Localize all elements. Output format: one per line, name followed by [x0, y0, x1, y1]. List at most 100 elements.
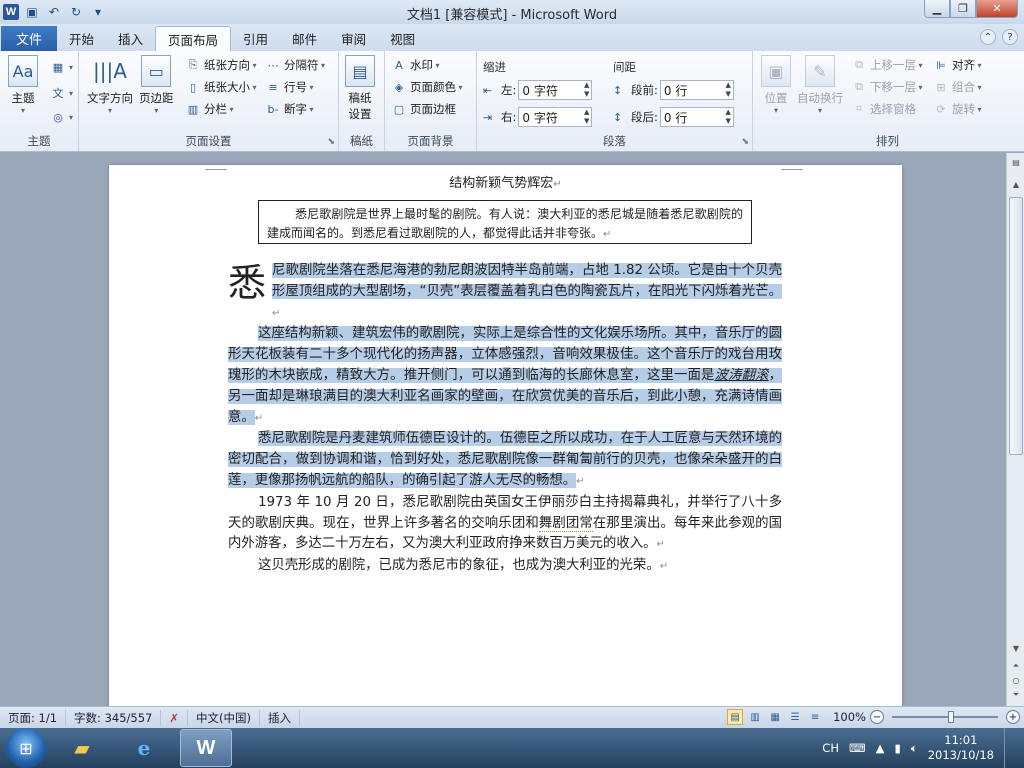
- group-objects-button[interactable]: ⊞ 组合 ▾: [933, 77, 981, 97]
- align-button[interactable]: ⊫ 对齐 ▾: [933, 55, 981, 75]
- breaks-icon: ⋯: [267, 58, 279, 72]
- page-border-button[interactable]: ▢ 页面边框: [391, 99, 456, 119]
- proofing-icon[interactable]: ✗: [161, 709, 188, 726]
- hyphenation-button[interactable]: b- 断字 ▾: [265, 99, 314, 119]
- tab-references[interactable]: 引用: [231, 26, 280, 51]
- line-numbers-button[interactable]: ≡ 行号 ▾: [265, 77, 313, 97]
- internet-explorer-icon[interactable]: e: [118, 729, 170, 767]
- selection-pane-button[interactable]: ⌗ 选择窗格: [851, 99, 916, 119]
- dialog-launcher-icon[interactable]: ⬊: [327, 137, 335, 147]
- breaks-button[interactable]: ⋯ 分隔符 ▾: [265, 55, 326, 75]
- spin-arrows-icon[interactable]: ▲ ▼: [584, 81, 589, 99]
- crop-mark: [205, 169, 227, 170]
- zoom-level[interactable]: 100%: [833, 710, 866, 724]
- tab-view[interactable]: 视图: [378, 26, 427, 51]
- word-taskbar-icon[interactable]: W: [180, 729, 232, 767]
- indent-right-input[interactable]: 0 字符 ▲ ▼: [518, 107, 593, 127]
- tray-expand-icon[interactable]: ▲: [876, 741, 885, 755]
- theme-colors-button[interactable]: ▦ ▾: [50, 57, 73, 77]
- save-icon[interactable]: ▣: [23, 3, 41, 21]
- undo-icon[interactable]: ↶: [45, 3, 63, 21]
- columns-button[interactable]: ▥ 分栏 ▾: [185, 99, 234, 119]
- spin-arrows-icon[interactable]: ▲ ▼: [725, 81, 730, 99]
- previous-page-icon[interactable]: ⏶: [1009, 659, 1023, 673]
- clock[interactable]: 11:01 2013/10/18: [928, 733, 994, 763]
- scroll-up-icon[interactable]: ▲: [1009, 177, 1023, 191]
- tab-insert[interactable]: 插入: [106, 26, 155, 51]
- taskbar: ⊞ ▰ e W CH ⌨ ▲ ▮ 🔈︎ 11:01 2013/10/18: [0, 728, 1024, 768]
- minimize-button[interactable]: ▁: [924, 0, 950, 18]
- document-body[interactable]: 悉尼歌剧院坐落在悉尼海港的勃尼朗波因特半岛前端，占地 1.82 公顷。它是由十个…: [228, 261, 782, 578]
- theme-fonts-button[interactable]: 文 ▾: [50, 83, 74, 103]
- bring-forward-button[interactable]: ⧉ 上移一层 ▾: [851, 55, 923, 75]
- watermark-button[interactable]: A 水印 ▾: [391, 55, 439, 75]
- close-button[interactable]: ✕: [976, 0, 1018, 18]
- send-backward-button[interactable]: ⧉ 下移一层 ▾: [851, 77, 923, 97]
- paragraph-4: 1973 年 10 月 20 日，悉尼歌剧院由英国女王伊丽莎白主持揭幕典礼，并举…: [228, 494, 783, 552]
- word-count[interactable]: 字数: 345/557: [66, 709, 162, 726]
- indent-left-input[interactable]: 0 字符 ▲ ▼: [518, 80, 593, 100]
- zoom-in-icon[interactable]: +: [1006, 710, 1020, 724]
- ruler-toggle-icon[interactable]: ▤: [1009, 155, 1023, 169]
- dialog-launcher-icon[interactable]: ⬊: [741, 137, 749, 147]
- position-icon: ▣: [761, 55, 791, 87]
- start-button[interactable]: ⊞: [6, 728, 46, 768]
- draft-settings-button[interactable]: ▤ 稿纸 设置: [345, 55, 375, 122]
- draft-view-icon[interactable]: ≡: [807, 709, 823, 725]
- minimize-ribbon-icon[interactable]: ⌃: [980, 29, 996, 45]
- show-desktop-button[interactable]: [1004, 728, 1016, 768]
- spacing-after-input[interactable]: 0 行 ▲ ▼: [659, 107, 734, 127]
- spin-arrows-icon[interactable]: ▲ ▼: [725, 108, 730, 126]
- quote-textbox[interactable]: 悉尼歌剧院是世界上最时髦的剧院。有人说：澳大利亚的悉尼城是随着悉尼歌剧院的建成而…: [258, 200, 752, 244]
- tab-file[interactable]: 文件: [1, 26, 57, 51]
- ime-indicator[interactable]: CH: [822, 741, 839, 755]
- wrap-text-button[interactable]: ✎ 自动换行 ▾: [797, 55, 843, 115]
- document-page[interactable]: 结构新颖气势辉宏↵ 悉尼歌剧院是世界上最时髦的剧院。有人说：澳大利亚的悉尼城是随…: [109, 165, 902, 706]
- full-screen-reading-icon[interactable]: ▥: [747, 709, 763, 725]
- status-bar: 页面: 1/1 字数: 345/557 ✗ 中文(中国) 插入 ▤ ▥ ▦ ☰ …: [0, 706, 1024, 728]
- restore-button[interactable]: ❐: [950, 0, 976, 18]
- spin-arrows-icon[interactable]: ▲ ▼: [584, 108, 589, 126]
- spacing-before-input[interactable]: 0 行 ▲ ▼: [659, 80, 734, 100]
- network-icon[interactable]: ▮: [894, 741, 900, 755]
- volume-icon[interactable]: 🔈︎: [911, 741, 918, 756]
- paper-size-button[interactable]: ▯ 纸张大小 ▾: [185, 77, 257, 97]
- tab-page-layout[interactable]: 页面布局: [155, 26, 232, 51]
- redo-icon[interactable]: ↻: [67, 3, 85, 21]
- print-layout-view-icon[interactable]: ▤: [727, 709, 744, 725]
- ribbon-controls: ⌃ ?: [980, 29, 1018, 45]
- themes-button[interactable]: Aa 主题 ▾: [8, 55, 38, 115]
- insert-mode[interactable]: 插入: [260, 709, 300, 726]
- scroll-thumb[interactable]: [1009, 197, 1023, 455]
- title-bar: W ▣ ↶ ↻ ▾ 文档1 [兼容模式] - Microsoft Word ▁ …: [0, 0, 1024, 24]
- rotate-button[interactable]: ⟳ 旋转 ▾: [933, 99, 981, 119]
- tab-home[interactable]: 开始: [57, 26, 106, 51]
- language-indicator[interactable]: 中文(中国): [188, 709, 260, 726]
- document-heading: 结构新颖气势辉宏↵: [449, 176, 562, 191]
- tab-mailings[interactable]: 邮件: [280, 26, 329, 51]
- spacing-label: 间距: [613, 60, 636, 74]
- zoom-slider[interactable]: [892, 711, 998, 723]
- explorer-icon[interactable]: ▰: [56, 729, 108, 767]
- scroll-down-icon[interactable]: ▼: [1009, 641, 1023, 655]
- help-icon[interactable]: ?: [1002, 29, 1018, 45]
- orientation-button[interactable]: ⎘ 纸张方向 ▾: [185, 55, 257, 75]
- position-button[interactable]: ▣ 位置 ▾: [761, 55, 791, 115]
- word-app-icon[interactable]: W: [3, 4, 19, 20]
- customize-quick-access-icon[interactable]: ▾: [89, 3, 107, 21]
- page-color-button[interactable]: ◈ 页面颜色 ▾: [391, 77, 463, 97]
- tab-review[interactable]: 审阅: [329, 26, 378, 51]
- margins-button[interactable]: ▭ 页边距 ▾: [139, 55, 174, 115]
- zoom-out-icon[interactable]: −: [870, 710, 884, 724]
- next-page-icon[interactable]: ⏷: [1009, 688, 1023, 702]
- columns-icon: ▥: [187, 102, 199, 116]
- zoom-slider-knob[interactable]: [948, 711, 954, 723]
- browse-object-icon[interactable]: ○: [1009, 673, 1023, 687]
- outline-view-icon[interactable]: ☰: [787, 709, 803, 725]
- vertical-scrollbar[interactable]: ▤ ▲ ▼ ⏶ ○ ⏷: [1006, 153, 1024, 706]
- page-indicator[interactable]: 页面: 1/1: [0, 709, 67, 726]
- text-direction-button[interactable]: |||A 文字方向 ▾: [87, 55, 133, 115]
- keyboard-icon[interactable]: ⌨: [849, 741, 866, 755]
- theme-effects-button[interactable]: ◎ ▾: [50, 107, 73, 127]
- web-layout-icon[interactable]: ▦: [767, 709, 783, 725]
